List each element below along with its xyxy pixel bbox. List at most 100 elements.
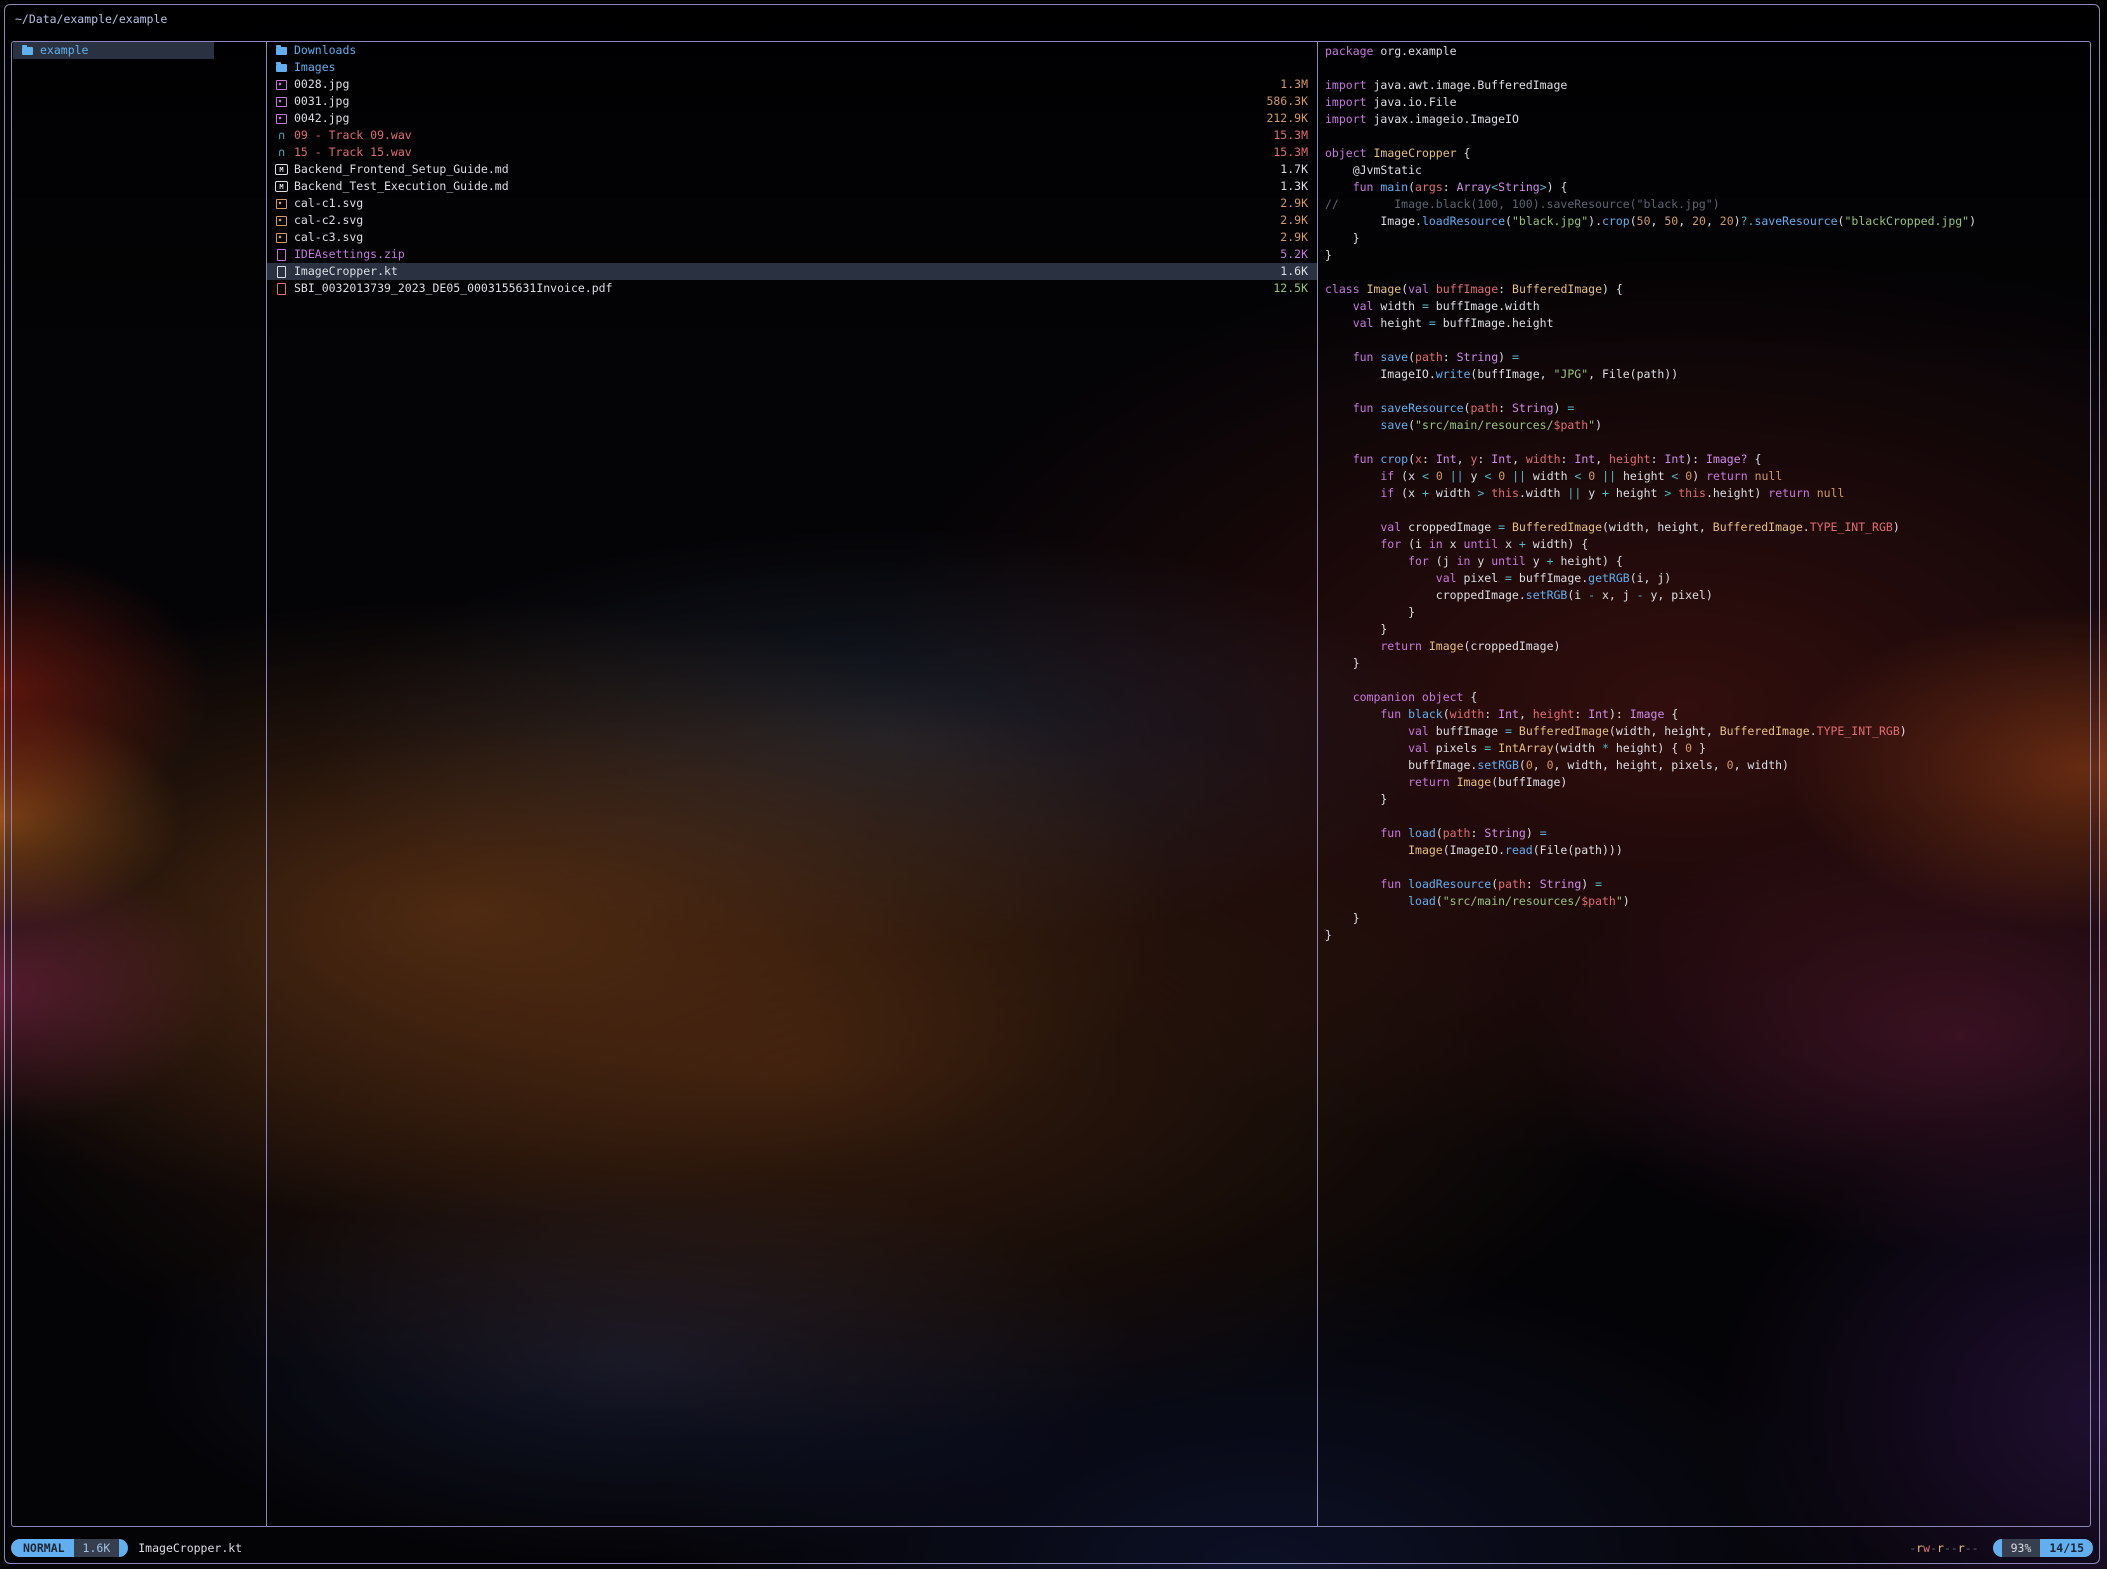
breadcrumb-path: ~/Data/example/example <box>15 11 167 28</box>
code-line <box>1325 128 2086 145</box>
code-line: fun load(path: String) = <box>1325 825 2086 842</box>
file-name: ImageCropper.kt <box>294 263 398 280</box>
code-line: fun saveResource(path: String) = <box>1325 400 2086 417</box>
file-row[interactable]: 0028.jpg1.3M <box>267 76 1317 93</box>
image-file-icon <box>275 96 288 108</box>
code-line: val buffImage = BufferedImage(width, hei… <box>1325 723 2086 740</box>
file-size: 212.9K <box>1256 110 1308 127</box>
code-line: } <box>1325 247 2086 264</box>
preview-pane[interactable]: package org.example import java.awt.image… <box>1318 42 2090 1526</box>
svg-file-icon <box>275 232 288 244</box>
code-line: fun black(width: Int, height: Int): Imag… <box>1325 706 2086 723</box>
code-line <box>1325 60 2086 77</box>
code-line <box>1325 808 2086 825</box>
code-line: } <box>1325 927 2086 944</box>
code-line: object ImageCropper { <box>1325 145 2086 162</box>
audio-file-icon: ∩ <box>275 147 288 159</box>
code-line: fun save(path: String) = <box>1325 349 2086 366</box>
yazi-panes: example DownloadsImages0028.jpg1.3M0031.… <box>11 41 2091 1527</box>
file-size: 15.3M <box>1263 127 1308 144</box>
code-line <box>1325 502 2086 519</box>
code-line: companion object { <box>1325 689 2086 706</box>
file-name: 0028.jpg <box>294 76 349 93</box>
file-row[interactable]: Downloads <box>267 42 1317 59</box>
code-line: // Image.black(100, 100).saveResource("b… <box>1325 196 2086 213</box>
file-row[interactable]: SBI_0032013739_2023_DE05_0003155631Invoi… <box>267 280 1317 297</box>
file-row[interactable]: 0031.jpg 586.3K <box>267 93 1317 110</box>
file-size: 586.3K <box>1256 93 1308 110</box>
code-line: val croppedImage = BufferedImage(width, … <box>1325 519 2086 536</box>
code-line: } <box>1325 791 2086 808</box>
code-line: @JvmStatic <box>1325 162 2086 179</box>
status-bar: NORMAL 1.6K ImageCropper.kt -rw-r--r-- 9… <box>11 1537 2093 1559</box>
file-name: cal-c2.svg <box>294 212 363 229</box>
file-size: 5.2K <box>1270 246 1308 263</box>
file-size: 2.9K <box>1270 195 1308 212</box>
code-line <box>1325 672 2086 689</box>
file-name: 15 - Track 15.wav <box>294 144 412 161</box>
file-row[interactable]: cal-c2.svg 2.9K <box>267 212 1317 229</box>
file-row[interactable]: ∩15 - Track 15.wav15.3M <box>267 144 1317 161</box>
code-line: val width = buffImage.width <box>1325 298 2086 315</box>
file-size-segment: 1.6K <box>74 1539 120 1557</box>
code-line: if (x + width > this.width || y + height… <box>1325 485 2086 502</box>
file-name: cal-c1.svg <box>294 195 363 212</box>
kotlin-file-icon <box>275 266 288 278</box>
file-row[interactable]: Images <box>267 59 1317 76</box>
code-line: Image.loadResource("black.jpg").crop(50,… <box>1325 213 2086 230</box>
pill-cap-icon <box>119 1539 128 1557</box>
file-name: Images <box>294 59 336 76</box>
file-name: SBI_0032013739_2023_DE05_0003155631Invoi… <box>294 280 613 297</box>
markdown-file-icon: M <box>275 181 288 192</box>
file-name: Backend_Test_Execution_Guide.md <box>294 178 509 195</box>
image-file-icon <box>275 79 288 91</box>
file-size: 2.9K <box>1270 212 1308 229</box>
file-row[interactable]: cal-c3.svg 2.9K <box>267 229 1317 246</box>
file-row[interactable]: MBackend_Frontend_Setup_Guide.md1.7K <box>267 161 1317 178</box>
code-line: ImageIO.write(buffImage, "JPG", File(pat… <box>1325 366 2086 383</box>
parent-pane[interactable]: example <box>12 42 267 1526</box>
file-name: Downloads <box>294 42 356 59</box>
code-line: } <box>1325 655 2086 672</box>
folder-icon <box>21 45 34 57</box>
image-file-icon <box>275 113 288 125</box>
markdown-file-icon: M <box>275 164 288 175</box>
downloads-folder-icon <box>275 45 288 57</box>
code-line: return Image(buffImage) <box>1325 774 2086 791</box>
code-line <box>1325 859 2086 876</box>
cursor-position: 14/15 <box>2040 1539 2093 1557</box>
file-row[interactable]: 0042.jpg212.9K <box>267 110 1317 127</box>
file-list-pane[interactable]: DownloadsImages0028.jpg1.3M0031.jpg 586.3… <box>267 42 1318 1526</box>
code-line: } <box>1325 621 2086 638</box>
code-line: package org.example <box>1325 43 2086 60</box>
zip-file-icon <box>275 249 288 261</box>
file-name: example <box>40 42 88 59</box>
file-row[interactable]: cal-c1.svg 2.9K <box>267 195 1317 212</box>
code-line: import java.awt.image.BufferedImage <box>1325 77 2086 94</box>
file-row[interactable]: M Backend_Test_Execution_Guide.md 1.3K <box>267 178 1317 195</box>
file-name: Backend_Frontend_Setup_Guide.md <box>294 161 509 178</box>
code-line: class Image(val buffImage: BufferedImage… <box>1325 281 2086 298</box>
code-line: } <box>1325 604 2086 621</box>
file-size: 1.3K <box>1270 178 1308 195</box>
code-line: val pixel = buffImage.getRGB(i, j) <box>1325 570 2086 587</box>
code-line: } <box>1325 910 2086 927</box>
file-row[interactable]: IDEAsettings.zip5.2K <box>267 246 1317 263</box>
file-row[interactable]: ImageCropper.kt1.6K <box>267 263 1317 280</box>
file-size: 2.9K <box>1270 229 1308 246</box>
code-line: } <box>1325 230 2086 247</box>
code-line: for (j in y until y + height) { <box>1325 553 2086 570</box>
file-name: 0031.jpg <box>294 93 349 110</box>
code-line: croppedImage.setRGB(i - x, j - y, pixel) <box>1325 587 2086 604</box>
code-line: for (i in x until x + width) { <box>1325 536 2086 553</box>
file-name: cal-c3.svg <box>294 229 363 246</box>
file-row[interactable]: ∩09 - Track 09.wav15.3M <box>267 127 1317 144</box>
code-line <box>1325 434 2086 451</box>
file-row[interactable]: example <box>13 42 214 59</box>
code-line: fun loadResource(path: String) = <box>1325 876 2086 893</box>
file-size: 12.5K <box>1263 280 1308 297</box>
code-line: import javax.imageio.ImageIO <box>1325 111 2086 128</box>
folder-icon <box>275 62 288 74</box>
code-line: fun main(args: Array<String>) { <box>1325 179 2086 196</box>
code-line: import java.io.File <box>1325 94 2086 111</box>
